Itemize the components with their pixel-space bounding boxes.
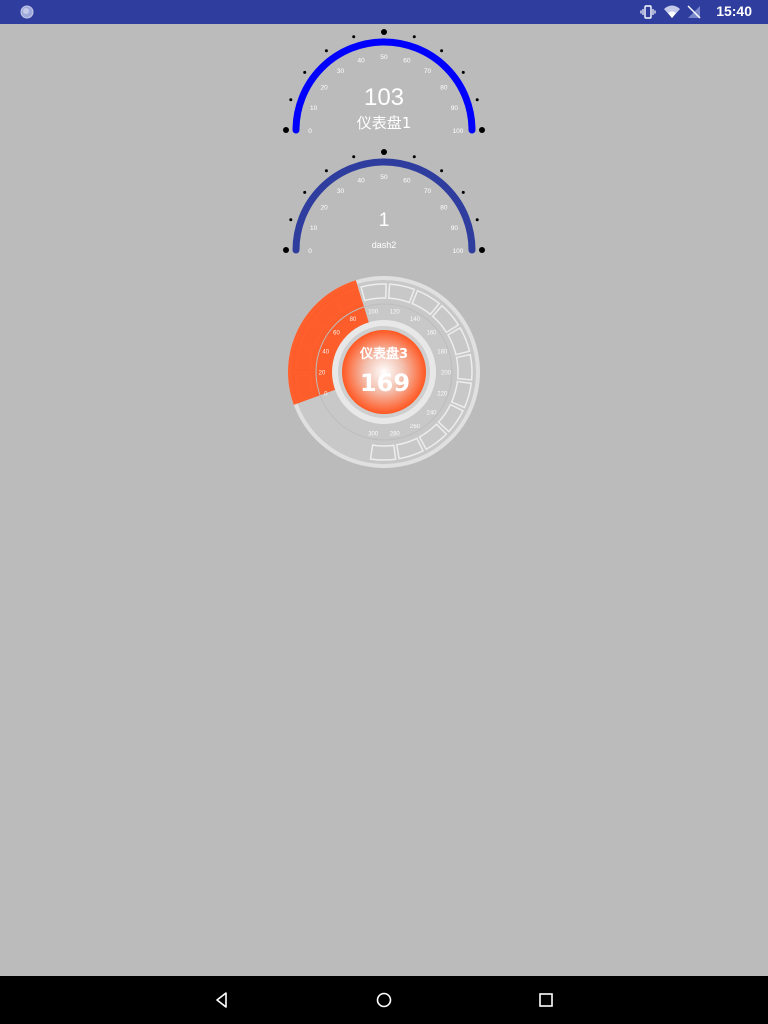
gauge-dash1-dot bbox=[412, 35, 416, 39]
gauge-dash2-tick-label: 60 bbox=[403, 178, 411, 185]
gauge-dash1-dot bbox=[381, 29, 387, 35]
gauge-dash2-tick-label: 10 bbox=[310, 225, 318, 232]
gauge-dash1-tick-label: 70 bbox=[424, 68, 432, 75]
gauge-dash1-tick-label: 80 bbox=[440, 85, 448, 92]
gauge-dash1-dot bbox=[475, 98, 479, 102]
gauge-dash1-tick-label: 30 bbox=[337, 68, 345, 75]
gauge-dash2-dot bbox=[479, 247, 485, 253]
recents-icon[interactable] bbox=[534, 988, 558, 1012]
back-icon[interactable] bbox=[210, 988, 234, 1012]
gauge-dash1-tick-label: 0 bbox=[308, 128, 312, 135]
gauge-dash2-dot bbox=[283, 247, 289, 253]
status-bar: 15:40 bbox=[0, 0, 768, 24]
gauge-dash3-tick-label: 20 bbox=[319, 371, 326, 377]
gauge-dash1-tick-label: 90 bbox=[451, 105, 459, 112]
gauge-dash2-tick-label: 100 bbox=[453, 248, 464, 255]
gauge-dash1-dot bbox=[289, 98, 293, 102]
gauge-dash1-tick-label: 100 bbox=[453, 128, 464, 135]
gauge-dash2-tick-label: 40 bbox=[358, 178, 366, 185]
gauge-dash3-tick-label: 60 bbox=[333, 331, 340, 337]
gauge-dash2-tick-label: 0 bbox=[308, 248, 312, 255]
gauge-dash2-dot bbox=[381, 149, 387, 155]
gauge-dash2-dot bbox=[352, 155, 356, 159]
gauge-dash1-dot bbox=[324, 49, 328, 53]
app-notification-icon bbox=[20, 5, 34, 19]
gauge-dash1-dot bbox=[440, 49, 444, 53]
status-time: 15:40 bbox=[716, 3, 752, 19]
gauge-dash1-tick-label: 60 bbox=[403, 58, 411, 65]
gauge-dash1-tick-label: 10 bbox=[310, 105, 318, 112]
gauge-dash2-tick-label: 80 bbox=[440, 205, 448, 212]
gauge-dash3-value: 169 bbox=[360, 369, 410, 397]
gauge-dash2-tick-label: 20 bbox=[321, 205, 329, 212]
gauge-dash1-tick-label: 50 bbox=[380, 54, 388, 61]
gauge-dash2-tick-label: 50 bbox=[380, 174, 388, 181]
navigation-bar bbox=[0, 976, 768, 1024]
gauge-dash3-tick-label: 240 bbox=[426, 410, 437, 416]
gauge-dash1-dot bbox=[352, 35, 356, 39]
gauge-dash3-label: 仪表盘3 bbox=[359, 346, 408, 362]
gauge-dash2-tick-label: 90 bbox=[451, 225, 459, 232]
gauge-dash3-tick-label: 140 bbox=[410, 317, 421, 323]
no-signal-icon bbox=[687, 5, 701, 19]
gauge-dash1-dot bbox=[461, 70, 465, 74]
gauge-dash1-label: 仪表盘1 bbox=[357, 114, 412, 132]
gauge-dash2-tick-label: 30 bbox=[337, 188, 345, 195]
gauge-dash3-tick-label: 40 bbox=[322, 349, 329, 355]
vibrate-icon bbox=[640, 5, 656, 19]
gauge-dash1-tick-label: 40 bbox=[358, 58, 366, 65]
gauge-dash1: 0 10 20 30 40 50 60 70 80 90 100 103 仪表盘1 bbox=[283, 29, 485, 135]
home-icon[interactable] bbox=[372, 988, 396, 1012]
gauge-dash2-tick-label: 70 bbox=[424, 188, 432, 195]
gauge-dash3-tick-label: 300 bbox=[368, 432, 379, 438]
gauge-dash3-tick-label: 160 bbox=[426, 331, 437, 337]
gauge-dash1-tick-label: 20 bbox=[321, 85, 329, 92]
gauge-dash3-tick-label: 200 bbox=[441, 371, 452, 377]
gauge-dash3: 020406080100 1201401601802002202402602803… bbox=[288, 276, 480, 468]
gauge-dash1-dot bbox=[283, 127, 289, 133]
gauge-dash3-tick-label: 280 bbox=[390, 432, 401, 438]
gauge-dash3-tick-label: 100 bbox=[368, 309, 379, 315]
gauge-dash2-dot bbox=[475, 218, 479, 222]
gauge-dash2-label: dash2 bbox=[372, 240, 397, 250]
gauge-dash2-value: 1 bbox=[379, 210, 390, 231]
gauge-dash2-dot bbox=[440, 169, 444, 173]
wifi-icon bbox=[664, 5, 680, 18]
gauge-dash2-dot bbox=[461, 190, 465, 194]
gauge-dash2-dot bbox=[324, 169, 328, 173]
gauge-dash2-dot bbox=[303, 190, 307, 194]
gauge-dash3-tick-label: 220 bbox=[437, 392, 448, 398]
gauge-dash3-tick-label: 180 bbox=[437, 349, 448, 355]
gauge-dash3-tick-label: 260 bbox=[410, 424, 421, 430]
gauge-dash3-tick-label: 80 bbox=[350, 317, 357, 323]
gauge-dash2-dot bbox=[412, 155, 416, 159]
gauge-dash1-value: 103 bbox=[364, 84, 404, 111]
gauge-dash2: 0 10 20 30 40 50 60 70 80 90 100 1 dash2 bbox=[283, 149, 485, 255]
gauge-dash3-tick-label: 120 bbox=[390, 309, 401, 315]
gauge-dash1-dot bbox=[479, 127, 485, 133]
gauge-dash1-dot bbox=[303, 70, 307, 74]
gauge-dash2-dot bbox=[289, 218, 293, 222]
dashboard-content: 0 10 20 30 40 50 60 70 80 90 100 103 仪表盘1 0 10 20 30 4… bbox=[0, 24, 768, 976]
